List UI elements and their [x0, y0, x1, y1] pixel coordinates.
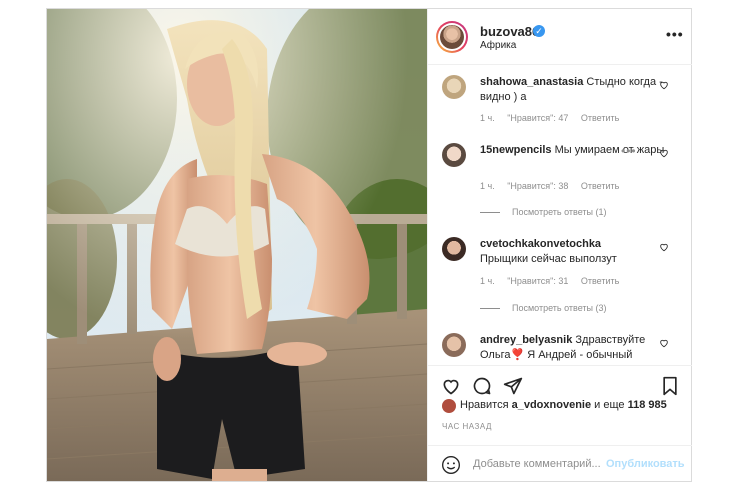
- comment-reply-button[interactable]: Ответить: [581, 181, 619, 191]
- comment-username[interactable]: cvetochkakonvetochka: [480, 238, 601, 250]
- liker-username[interactable]: a_vdoxnovenie: [512, 399, 591, 411]
- author-username[interactable]: buzova86: [480, 24, 539, 39]
- comment-text: Мы умираем от жары: [554, 144, 665, 156]
- comment-avatar[interactable]: [442, 333, 466, 357]
- post-time[interactable]: ЧАС НАЗАД: [442, 422, 492, 431]
- post-sidebar: buzova86 ✓ Африка ••• shahowa_anastasia …: [427, 9, 692, 481]
- comment-avatar[interactable]: [442, 143, 466, 167]
- emoji-icon[interactable]: [441, 455, 461, 475]
- comment-like-heart-icon[interactable]: [659, 80, 669, 90]
- publish-button[interactable]: Опубликовать: [606, 458, 685, 470]
- comment-body: 15newpencils Мы умираем от жары: [480, 143, 668, 158]
- comment-username[interactable]: shahowa_anastasia: [480, 76, 583, 88]
- likes-count[interactable]: 118 985: [628, 399, 667, 411]
- add-comment-input[interactable]: Добавьте комментарий...: [473, 458, 601, 470]
- post-dialog: buzova86 ✓ Африка ••• shahowa_anastasia …: [46, 8, 692, 482]
- replies-divider: [480, 212, 500, 213]
- comments-list: shahowa_anastasia Стыдно когда - видно )…: [428, 65, 692, 365]
- comment-likes[interactable]: "Нравится": 31: [507, 276, 568, 286]
- likes-middle: и еще: [594, 399, 625, 411]
- like-heart-icon[interactable]: [441, 376, 461, 396]
- comment-text: Прыщики сейчас выползут: [480, 253, 617, 265]
- comment-avatar[interactable]: [442, 237, 466, 261]
- comment-like-heart-icon[interactable]: [659, 148, 669, 158]
- add-comment-bar: Добавьте комментарий... Опубликовать: [428, 445, 692, 481]
- comment-meta: 1 ч. "Нравится": 31 Ответить: [480, 276, 629, 286]
- comment-body: shahowa_anastasia Стыдно когда - видно )…: [480, 75, 668, 105]
- comment-likes[interactable]: "Нравится": 47: [507, 113, 568, 123]
- comment-body: cvetochkakonvetochka Прыщики сейчас выпо…: [480, 237, 668, 267]
- comment-meta: 1 ч. "Нравится": 47 Ответить: [480, 113, 629, 123]
- post-location[interactable]: Африка: [480, 40, 516, 51]
- author-avatar[interactable]: [436, 21, 468, 53]
- bookmark-icon[interactable]: [661, 376, 679, 396]
- comment-icon[interactable]: [472, 376, 492, 396]
- comment-time: 1 ч.: [480, 113, 495, 123]
- comment-likes[interactable]: "Нравится": 38: [507, 181, 568, 191]
- comment-avatar[interactable]: [442, 75, 466, 99]
- comment-reply-button[interactable]: Ответить: [581, 276, 619, 286]
- post-header: buzova86 ✓ Африка •••: [428, 9, 692, 65]
- comment-reply-button[interactable]: Ответить: [581, 113, 619, 123]
- comment-like-heart-icon[interactable]: [659, 338, 669, 348]
- comment-time: 1 ч.: [480, 181, 495, 191]
- comment-options-icon[interactable]: •••: [621, 144, 637, 158]
- comment-body: andrey_belyasnik Здравствуйте Ольга❣️ Я …: [480, 333, 668, 363]
- post-image: [47, 9, 427, 481]
- view-replies-button[interactable]: Посмотреть ответы (1): [512, 207, 607, 217]
- comment-time: 1 ч.: [480, 276, 495, 286]
- replies-divider: [480, 308, 500, 309]
- share-icon[interactable]: [503, 376, 523, 396]
- view-replies-button[interactable]: Посмотреть ответы (3): [512, 303, 607, 313]
- comment-username[interactable]: 15newpencils: [480, 144, 552, 156]
- liker-avatar[interactable]: [442, 399, 456, 413]
- likes-prefix: Нравится: [460, 399, 509, 411]
- comment-meta: 1 ч. "Нравится": 38 Ответить: [480, 181, 629, 191]
- comment-username[interactable]: andrey_belyasnik: [480, 334, 572, 346]
- verified-badge-icon: ✓: [533, 25, 545, 37]
- more-options-icon[interactable]: •••: [666, 26, 684, 42]
- comment-like-heart-icon[interactable]: [659, 242, 669, 252]
- likes-summary: Нравится a_vdoxnovenie и еще 118 985: [442, 399, 667, 413]
- post-photo[interactable]: [47, 9, 427, 481]
